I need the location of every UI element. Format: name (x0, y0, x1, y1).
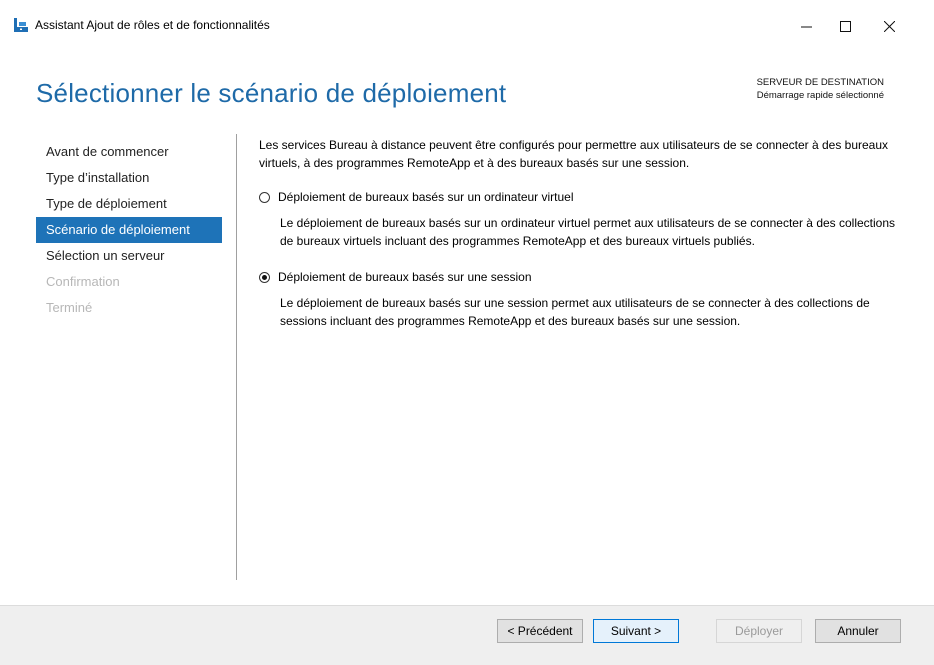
radio-vm-based[interactable] (259, 191, 270, 203)
option-session-based-description: Le déploiement de bureaux basés sur une … (280, 296, 870, 328)
nav-item-type-installation[interactable]: Type d’installation (36, 165, 222, 191)
destination-label: SERVEUR DE DESTINATION (756, 77, 884, 88)
option-vm-based-description: Le déploiement de bureaux basés sur un o… (280, 216, 896, 248)
next-button[interactable]: Suivant > (593, 619, 679, 643)
title-bar: Assistant Ajout de rôles et de fonctionn… (0, 0, 934, 52)
option-vm-based-label[interactable]: Déploiement de bureaux basés sur un ordi… (278, 188, 574, 206)
nav-item-scenario-deploiement[interactable]: Scénario de déploiement (36, 217, 222, 243)
close-button[interactable] (869, 8, 909, 44)
nav-divider (236, 134, 237, 580)
destination-server-info: SERVEUR DE DESTINATION Démarrage rapide … (757, 76, 884, 102)
deploy-button: Déployer (716, 619, 802, 643)
option-session-based[interactable]: Déploiement de bureaux basés sur une ses… (259, 268, 909, 286)
window-title: Assistant Ajout de rôles et de fonctionn… (35, 18, 270, 32)
cancel-button[interactable]: Annuler (815, 619, 901, 643)
nav-item-avant-de-commencer[interactable]: Avant de commencer (36, 139, 222, 165)
destination-value: Démarrage rapide sélectionné (756, 90, 884, 101)
wizard-nav: Avant de commencer Type d’installation T… (36, 139, 222, 321)
close-icon (883, 20, 895, 32)
maximize-button[interactable] (825, 8, 865, 44)
page-title: Sélectionner le scénario de déploiement (36, 78, 507, 108)
intro-text: Les services Bureau à distance peuvent ê… (259, 138, 889, 170)
nav-item-type-deploiement[interactable]: Type de déploiement (36, 191, 222, 217)
radio-session-based[interactable] (259, 271, 270, 283)
nav-item-confirmation: Confirmation (46, 274, 120, 289)
option-vm-based[interactable]: Déploiement de bureaux basés sur un ordi… (259, 188, 909, 206)
nav-item-selection-serveur[interactable]: Sélection un serveur (36, 243, 222, 269)
minimize-icon (800, 26, 812, 27)
maximize-icon (839, 20, 851, 32)
option-session-based-label[interactable]: Déploiement de bureaux basés sur une ses… (278, 268, 532, 286)
server-manager-icon (14, 18, 28, 32)
nav-item-termine: Terminé (46, 300, 93, 315)
minimize-button[interactable] (786, 8, 826, 44)
content-area: Les services Bureau à distance peuvent ê… (259, 136, 909, 348)
previous-button[interactable]: < Précédent (497, 619, 583, 643)
